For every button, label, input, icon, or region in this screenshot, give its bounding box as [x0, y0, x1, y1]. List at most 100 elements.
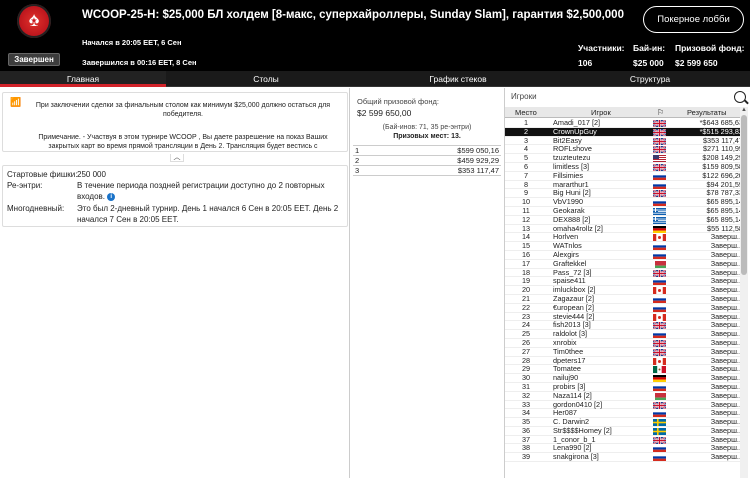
table-row[interactable]: 39 snakgirona [3] Заверш...: [505, 452, 745, 463]
header-player[interactable]: Игрок: [591, 107, 611, 118]
country-flag-icon: [653, 278, 666, 286]
table-row[interactable]: 36 Str$$$$Homey [2] Заверш...: [505, 426, 745, 436]
reentry-label: Ре-энтри:: [7, 181, 43, 190]
table-row[interactable]: 26 xnrobix Заверш...: [505, 338, 745, 348]
table-row[interactable]: 18 Pass_72 [3] Заверш...: [505, 268, 745, 278]
table-row[interactable]: 32 Naza114 [2] Заверш...: [505, 391, 745, 401]
row-player-name: Lena990 [2]: [553, 444, 592, 453]
country-flag-icon: [653, 357, 666, 365]
header-results[interactable]: Результаты: [687, 107, 727, 118]
table-row[interactable]: 20 imluckbox [2] Заверш...: [505, 285, 745, 295]
tab-tables[interactable]: Столы: [166, 71, 366, 87]
row-player-name: imluckbox [2]: [553, 286, 596, 295]
table-row[interactable]: 21 Zagazaur [2] Заверш...: [505, 294, 745, 304]
buyins-note: (Бай-инов: 71, 35 ре-энтри): [382, 124, 472, 131]
prize-table: 1 $599 050,16 2 $459 929,29 3 $353 117,47: [353, 145, 501, 176]
table-row[interactable]: 25 raldolot [3] Заверш...: [505, 329, 745, 339]
participants-label: Участники:: [578, 43, 625, 53]
players-table-header: Место Игрок ⚐ Результаты: [505, 107, 745, 118]
tournament-info: Стартовые фишки: 250 000 Ре-энтри: В теч…: [2, 165, 348, 227]
row-player-name: Amadi_017 [2]: [553, 119, 601, 127]
table-row[interactable]: 15 WATnlos Заверш...: [505, 241, 745, 251]
country-flag-icon: [652, 348, 667, 357]
tab-structure[interactable]: Структура: [550, 71, 750, 87]
row-player-name: nailuj90: [553, 374, 579, 383]
country-flag-icon: [653, 366, 666, 374]
table-row[interactable]: 30 nailuj90 Заверш...: [505, 373, 745, 383]
country-flag-icon: [652, 268, 667, 278]
row-player-name: C. Darwin2: [553, 418, 590, 427]
table-row[interactable]: 13 omaha4rollz [2] $55 112,58: [505, 224, 745, 234]
chips-value: 250 000: [77, 170, 106, 179]
prize-place: 2: [355, 156, 360, 165]
table-row[interactable]: 24 fish2013 [3] Заверш...: [505, 321, 745, 331]
table-row[interactable]: 14 Horlven Заверш...: [505, 233, 745, 243]
country-flag-icon: [653, 331, 666, 339]
players-panel: Игроки Место Игрок ⚐ Результаты 1 Amadi_0…: [504, 88, 750, 478]
poker-lobby-button[interactable]: Покерное лобби: [643, 6, 744, 33]
prize-row: 1 $599 050,16: [353, 146, 501, 156]
pokerstars-logo: ♠ ★: [17, 4, 51, 38]
row-player-name: gordon0410 [2]: [553, 400, 603, 409]
chevron-up-icon[interactable]: ︿: [170, 154, 184, 162]
tournament-title: WCOOP-25-H: $25,000 БЛ холдем [8-макс, с…: [82, 9, 624, 21]
tab-main[interactable]: Главная: [0, 71, 166, 87]
total-prize-value: $2 599 650,00: [357, 108, 412, 118]
country-flag-icon: [653, 243, 666, 251]
table-row[interactable]: 38 Lena990 [2] Заверш...: [505, 444, 745, 454]
buyin-value: $25 000: [633, 58, 664, 68]
row-player-name: omaha4rollz [2]: [553, 224, 603, 233]
info-icon[interactable]: i: [107, 192, 116, 201]
table-row[interactable]: 29 Tomatee Заверш...: [505, 365, 745, 375]
table-row[interactable]: 17 Graftekkel Заверш...: [505, 259, 745, 269]
row-player-name: Graftekkel: [553, 259, 587, 268]
row-player-name: Str$$$$Homey [2]: [553, 426, 612, 435]
info-row-reentry: Ре-энтри: В течение периода поздней реги…: [7, 180, 347, 202]
table-row[interactable]: 28 dpeters17 Заверш...: [505, 356, 745, 366]
main-info-panel: 📶 При заключении сделки за финальным сто…: [0, 88, 350, 478]
country-flag-icon: [653, 375, 666, 383]
country-flag-icon: [652, 119, 667, 128]
country-flag-icon: [653, 155, 666, 163]
country-flag-icon: [653, 225, 666, 233]
table-row[interactable]: 23 stevie444 [2] Заверш...: [505, 312, 745, 322]
table-row[interactable]: 19 spaise411 Заверш...: [505, 277, 745, 287]
prize-pool-value: $2 599 650: [675, 58, 718, 68]
country-flag-icon: [653, 295, 666, 303]
flag-icon[interactable]: ⚐: [657, 108, 665, 117]
row-player-name: Zagazaur [2]: [553, 294, 594, 303]
row-player-name: spaise411: [553, 277, 586, 286]
country-flag-icon: [653, 199, 666, 207]
chips-label: Стартовые фишки:: [7, 170, 78, 179]
tab-stack-chart[interactable]: График стеков: [366, 71, 550, 87]
row-player-name: Tim0thee: [553, 347, 584, 356]
row-result: Заверш...: [710, 452, 743, 462]
status-badge: Завершен: [8, 53, 60, 66]
scroll-up-icon[interactable]: ▲: [740, 107, 748, 114]
prize-panel: Общий призовой фонд: $2 599 650,00 (Бай-…: [351, 88, 503, 478]
table-row[interactable]: 35 C. Darwin2 Заверш...: [505, 417, 745, 427]
table-row[interactable]: 34 Her087 Заверш...: [505, 408, 745, 419]
row-player-name: Bit2Easy: [553, 136, 582, 145]
row-player-name: probirs [3]: [553, 382, 586, 391]
search-icon[interactable]: [734, 91, 746, 103]
row-place: 39: [521, 452, 531, 462]
prize-row: 3 $353 117,47: [353, 166, 501, 176]
country-flag-icon: [653, 445, 666, 453]
players-scrollbar[interactable]: ▲: [740, 107, 748, 478]
table-row[interactable]: 22 €uropean [2] Заверш...: [505, 303, 745, 313]
info-row-multiday: Многодневный: Это был 2-дневный турнир. …: [7, 203, 347, 225]
country-flag-icon: [652, 145, 667, 155]
table-row[interactable]: 16 Alexgirs Заверш...: [505, 250, 745, 260]
scroll-thumb[interactable]: [741, 115, 747, 275]
multiday-value: Это был 2-дневный турнир. День 1 начался…: [77, 204, 339, 224]
table-row[interactable]: 27 Tim0thee Заверш...: [505, 347, 745, 357]
country-flag-icon: [652, 189, 667, 199]
table-row[interactable]: 31 probirs [3] Заверш...: [505, 382, 745, 392]
prize-amount: $459 929,29: [457, 156, 499, 165]
country-flag-icon: [653, 419, 666, 427]
header-place[interactable]: Место: [515, 107, 537, 118]
table-row[interactable]: 37 1_conor_b_1 Заверш...: [505, 435, 745, 445]
prize-pool-label: Призовой фонд:: [675, 43, 745, 53]
table-row[interactable]: 33 gordon0410 [2] Заверш...: [505, 400, 745, 410]
